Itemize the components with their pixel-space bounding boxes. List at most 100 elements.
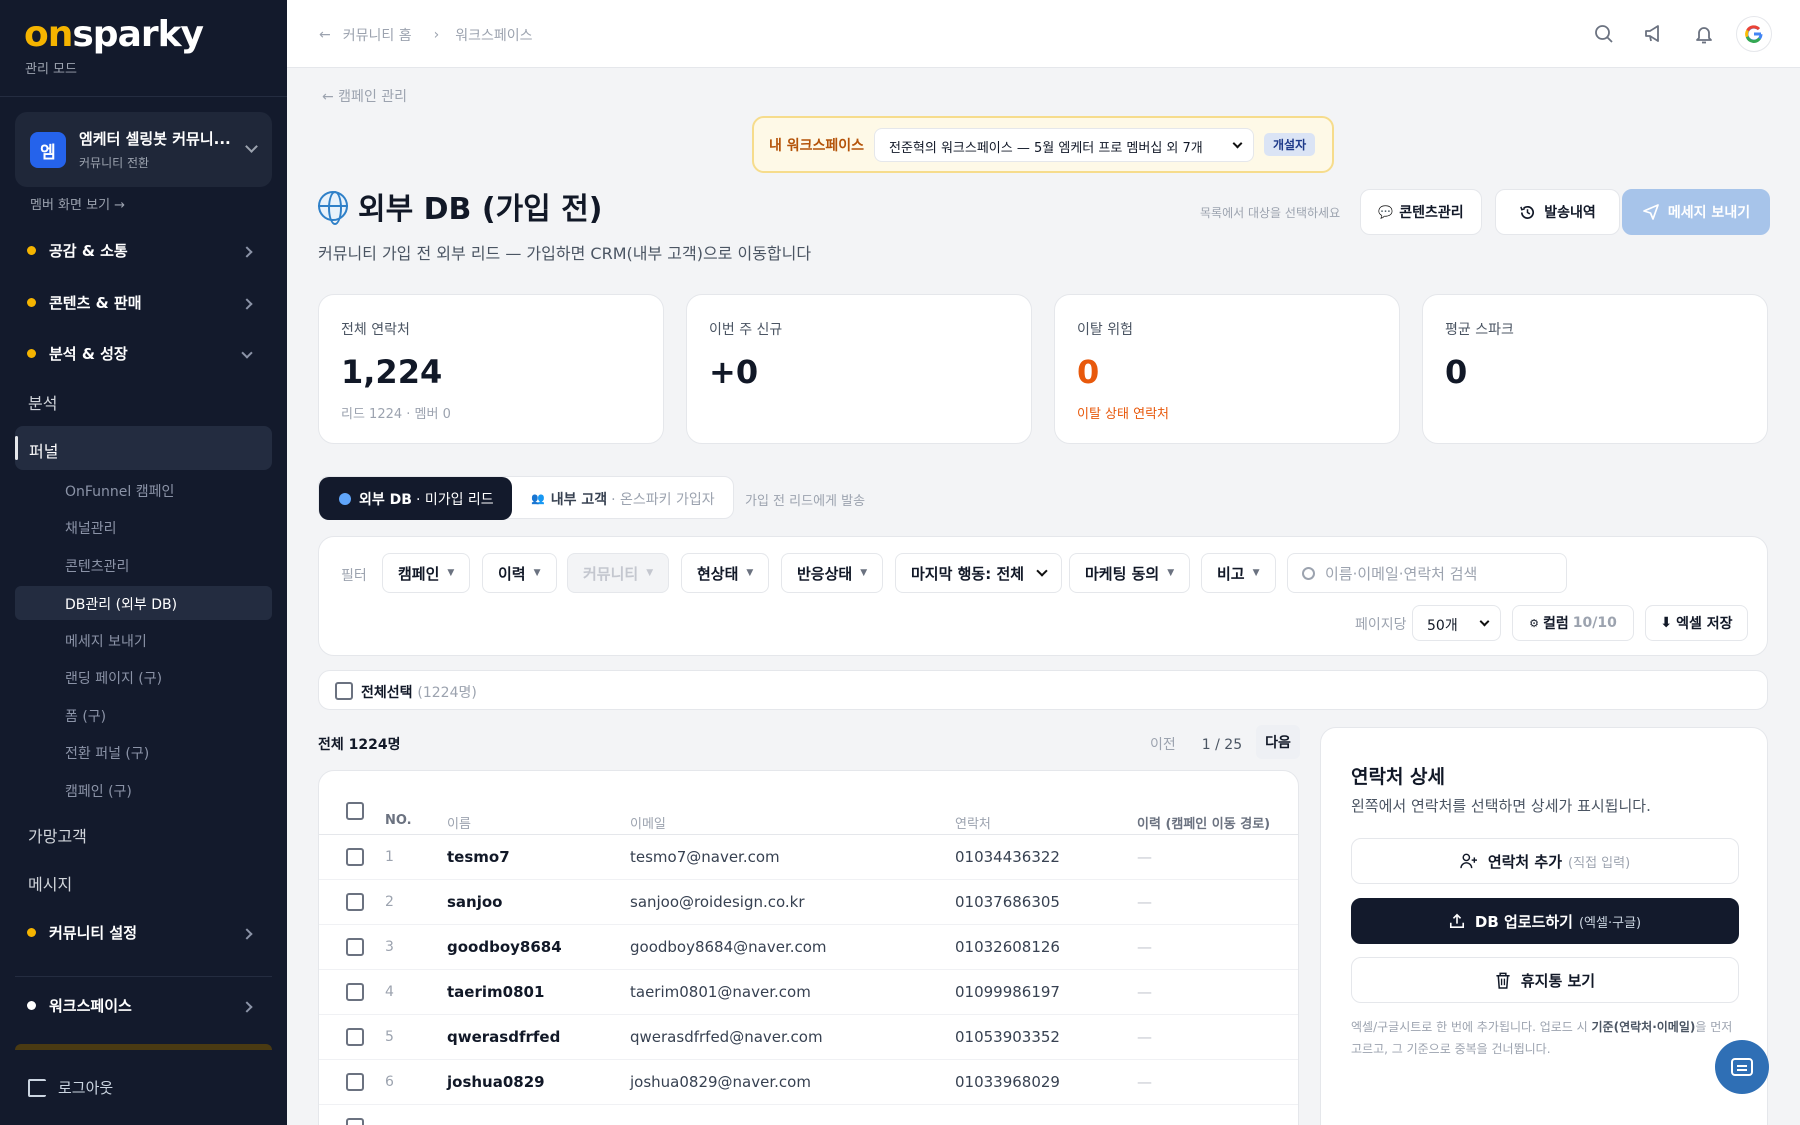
workspace-banner: 내 워크스페이스 전준혁의 워크스페이스 — 5월 엠케터 프로 멤버십 외 7…	[752, 116, 1334, 173]
nav-item-message[interactable]: 메시지	[28, 871, 72, 895]
table-row[interactable]: 1 tesmo7 tesmo7@naver.com 01034436322 —	[319, 835, 1298, 880]
chevron-right-icon	[241, 246, 253, 258]
nav-item-prospects[interactable]: 가망고객	[28, 823, 87, 847]
filter-response-status[interactable]: 반응상태 ▼	[781, 553, 884, 593]
select-target-hint: 목록에서 대상을 선택하세요	[1200, 206, 1341, 220]
filter-campaign[interactable]: 캠페인 ▼	[382, 553, 471, 593]
next-page-button[interactable]: 다음	[1256, 725, 1300, 759]
filter-current-status[interactable]: 현상태 ▼	[681, 553, 770, 593]
send-message-button[interactable]: 메세지 보내기	[1622, 189, 1770, 235]
nav-sub-landing-page[interactable]: 랜딩 페이지 (구)	[65, 668, 162, 688]
logout-icon	[28, 1078, 46, 1097]
chevron-right-icon	[241, 1001, 253, 1013]
page-position: 1 / 25	[1201, 737, 1243, 753]
megaphone-icon[interactable]	[1636, 16, 1672, 52]
nav-item-funnel[interactable]: 퍼널	[15, 426, 272, 470]
row-checkbox[interactable]	[346, 1028, 364, 1046]
arrow-left-icon[interactable]: ←	[319, 27, 331, 43]
breadcrumb-home[interactable]: 커뮤니티 홈	[343, 25, 412, 45]
community-switcher[interactable]: 엠 엠케터 셀링봇 커뮤니... 커뮤니티 전환	[15, 112, 272, 187]
nav-sub-campaign-old[interactable]: 캠페인 (구)	[65, 781, 132, 801]
dot-icon	[27, 298, 36, 307]
google-avatar[interactable]	[1736, 16, 1772, 52]
history-icon	[1520, 205, 1535, 219]
columns-button[interactable]: ⚙ 컬럼 10/10	[1512, 605, 1634, 641]
table-row[interactable]: 4 taerim0801 taerim0801@naver.com 010999…	[319, 970, 1298, 1015]
db-upload-button[interactable]: DB 업로드하기 (엑셀·구글)	[1351, 898, 1739, 944]
tab-internal-customers[interactable]: 👥 내부 고객 · 온스파키 가입자	[531, 477, 715, 520]
send-history-button[interactable]: 발송내역	[1495, 189, 1620, 235]
stat-churn-risk: 이탈 위험 0 이탈 상태 연락처	[1054, 294, 1400, 444]
select-all-checkbox[interactable]	[335, 682, 353, 700]
chevron-right-icon	[241, 928, 253, 940]
nav-sub-send-message[interactable]: 메세지 보내기	[65, 631, 147, 651]
column-header-no: NO.	[385, 813, 412, 828]
nav-sub-form[interactable]: 폼 (구)	[65, 706, 106, 726]
pagination: 이전 1 / 25	[1150, 734, 1242, 754]
add-contact-button[interactable]: 연락처 추가 (직접 입력)	[1351, 838, 1739, 884]
nav-section-content-sales[interactable]: 콘텐츠 & 판매	[27, 292, 142, 313]
nav-section-community-settings[interactable]: 커뮤니티 설정	[27, 922, 137, 943]
table-row[interactable]: 5 qwerasdfrfed qwerasdfrfed@naver.com 01…	[319, 1015, 1298, 1060]
filter-last-action-select[interactable]: 마지막 행동: 전체	[895, 553, 1063, 593]
community-switch-label: 커뮤니티 전환	[79, 156, 150, 170]
caret-down-icon: ▼	[746, 568, 754, 578]
search-icon[interactable]	[1586, 16, 1622, 52]
filter-bar: 필터 캠페인 ▼ 이력 ▼ 커뮤니티 ▼ 현상태 ▼ 반응상태 ▼ 마지막 행동: 전체 …	[318, 536, 1768, 656]
detail-title: 연락처 상세	[1351, 766, 1446, 788]
search-input[interactable]: 이름·이메일·연락처 검색	[1287, 553, 1567, 593]
member-view-link[interactable]: 멤버 화면 보기 →	[30, 194, 125, 213]
table-row[interactable]: 6 joshua0829 joshua0829@naver.com 010339…	[319, 1060, 1298, 1105]
row-checkbox[interactable]	[346, 893, 364, 911]
sidebar-divider	[15, 976, 272, 977]
filter-history[interactable]: 이력 ▼	[482, 553, 557, 593]
chevron-down-icon	[245, 140, 258, 153]
workspace-select[interactable]: 전준혁의 워크스페이스 — 5월 엠케터 프로 멤버십 외 7개	[874, 128, 1254, 162]
tab-external-db[interactable]: 외부 DB · 미가입 리드	[319, 477, 512, 520]
sidebar: onsparky 관리 모드 엠 엠케터 셀링봇 커뮤니... 커뮤니티 전환 …	[0, 0, 287, 1125]
row-checkbox[interactable]	[346, 848, 364, 866]
nav-item-analysis[interactable]: 분석	[28, 390, 57, 414]
nav-sub-onfunnel-campaign[interactable]: OnFunnel 캠페인	[65, 481, 174, 501]
table-row[interactable]: 3 goodboy8684 goodboy8684@naver.com 0103…	[319, 925, 1298, 970]
dot-icon	[27, 349, 36, 358]
onsparky-logo[interactable]: onsparky	[24, 14, 204, 55]
filter-marketing-consent[interactable]: 마케팅 동의 ▼	[1069, 553, 1191, 593]
nav-sub-db-management[interactable]: DB관리 (외부 DB)	[15, 586, 272, 620]
logout-button[interactable]: 로그아웃	[28, 1077, 113, 1098]
nav-section-workspace[interactable]: 워크스페이스	[27, 995, 132, 1016]
nav-section-analytics-growth[interactable]: 분석 & 성장	[27, 343, 128, 364]
breadcrumb: ← 커뮤니티 홈 › 워크스페이스	[319, 25, 532, 45]
nav-sub-channel[interactable]: 채널관리	[65, 518, 117, 538]
excel-export-button[interactable]: ⬇ 엑셀 저장	[1645, 605, 1748, 641]
nav-sub-content[interactable]: 콘텐츠관리	[65, 556, 129, 576]
nav-section-engagement[interactable]: 공감 & 소통	[27, 240, 128, 261]
prev-page-button[interactable]: 이전	[1150, 737, 1176, 753]
community-avatar: 엠	[30, 132, 66, 168]
upload-icon	[1449, 913, 1464, 929]
select-all-label[interactable]: 전체선택 (1224명)	[361, 682, 477, 702]
chat-support-button[interactable]	[1715, 1040, 1769, 1094]
table-row-partial[interactable]	[319, 1105, 1298, 1125]
per-page-select[interactable]: 50개	[1412, 605, 1501, 641]
trash-view-button[interactable]: 휴지통 보기	[1351, 957, 1739, 1003]
row-checkbox[interactable]	[346, 938, 364, 956]
column-header-phone: 연락처	[955, 817, 991, 832]
column-header-history: 이력 (캠페인 이동 경로)	[1137, 817, 1271, 832]
filter-community: 커뮤니티 ▼	[567, 553, 670, 593]
row-checkbox[interactable]	[346, 1073, 364, 1091]
content-management-button[interactable]: 💬 콘텐츠관리	[1360, 189, 1482, 235]
caret-down-icon: ▼	[533, 568, 541, 578]
table-row[interactable]: 2 sanjoo sanjoo@roidesign.co.kr 01037686…	[319, 880, 1298, 925]
row-checkbox[interactable]	[346, 1118, 364, 1125]
chevron-right-icon	[241, 298, 253, 310]
caret-down-icon: ▼	[646, 568, 654, 578]
back-to-campaign-link[interactable]: ← 캠페인 관리	[322, 86, 407, 106]
header-checkbox[interactable]	[346, 802, 364, 820]
chat-icon	[1731, 1058, 1753, 1076]
filter-notes[interactable]: 비고 ▼	[1201, 553, 1276, 593]
chevron-down-icon	[1479, 616, 1490, 627]
bell-icon[interactable]	[1686, 16, 1722, 52]
nav-sub-conversion-funnel[interactable]: 전환 퍼널 (구)	[65, 743, 149, 763]
row-checkbox[interactable]	[346, 983, 364, 1001]
